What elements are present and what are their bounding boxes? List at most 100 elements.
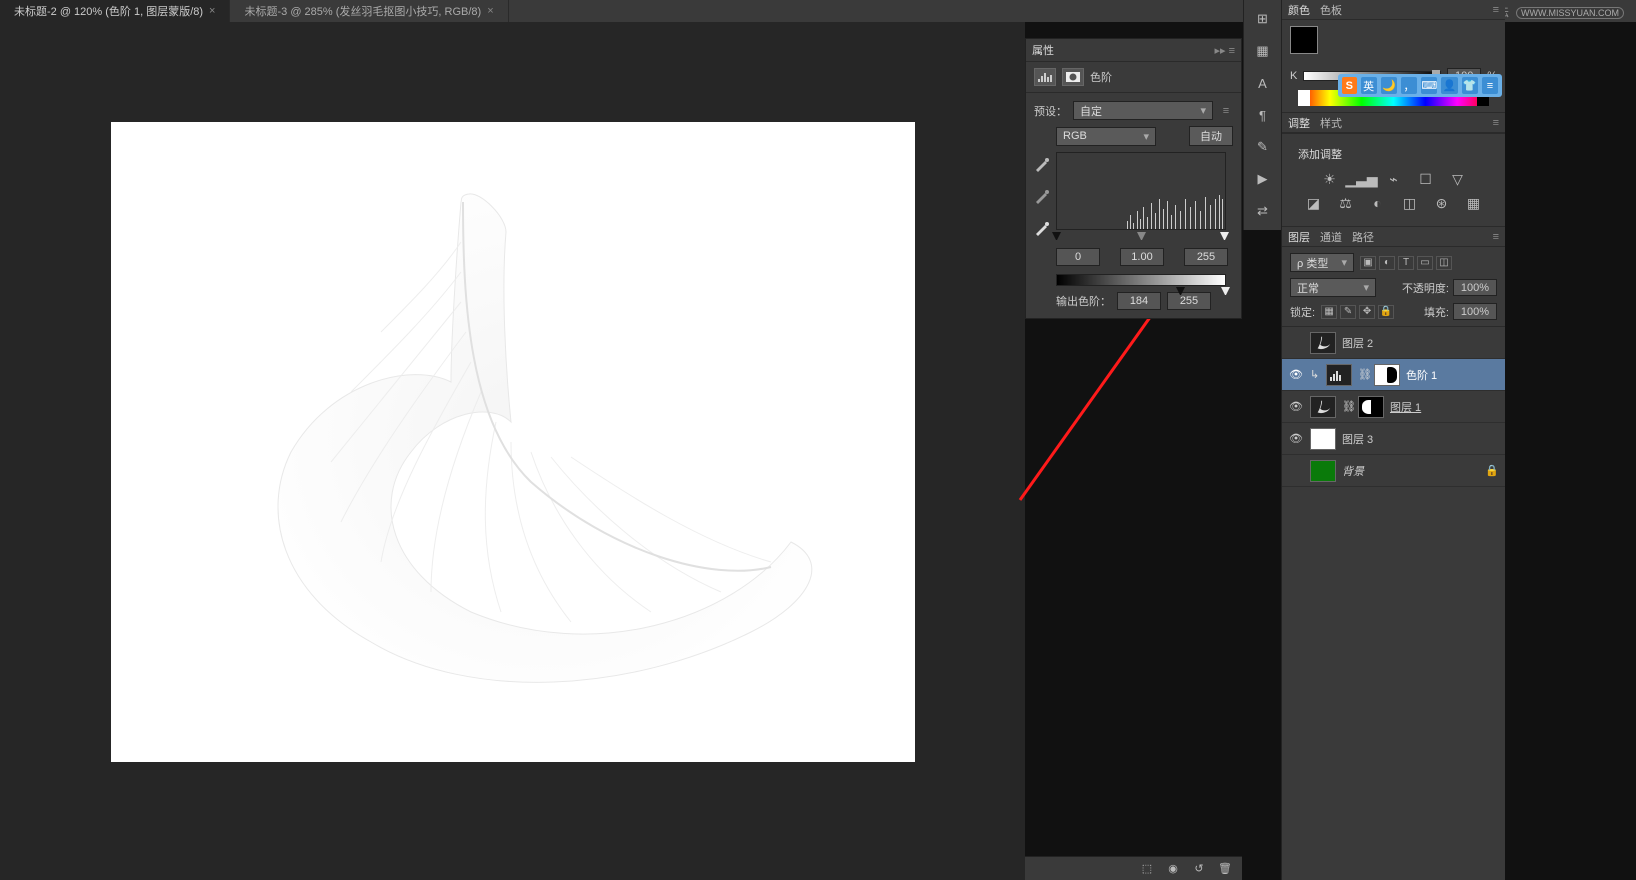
invert-icon[interactable]: ▦ (1463, 194, 1485, 212)
type-icon[interactable]: A (1252, 72, 1274, 94)
fill-value[interactable]: 100% (1453, 303, 1497, 320)
properties-tab[interactable]: 属性 (1032, 42, 1054, 58)
panel-menu-icon[interactable]: ≡ (1493, 117, 1499, 129)
tab-doc-2[interactable]: 未标题-3 @ 285% (发丝羽毛抠图小技巧, RGB/8) × (230, 0, 508, 22)
tab-styles[interactable]: 样式 (1320, 115, 1342, 131)
eyedropper-gray-icon[interactable] (1033, 187, 1051, 205)
ime-toolbar[interactable]: S 英 🌙 ， ⌨ 👤 👕 ≡ (1338, 74, 1502, 97)
link-icon[interactable]: ⛓ (1342, 400, 1352, 413)
preset-select[interactable]: 自定 (1073, 101, 1213, 120)
tab-color[interactable]: 颜色 (1288, 2, 1310, 18)
eyedropper-black-icon[interactable] (1033, 155, 1051, 173)
white-point-handle[interactable] (1220, 232, 1229, 241)
layer-row[interactable]: 👁 图层 3 (1282, 423, 1505, 455)
layer-row[interactable]: 背景 🔒 (1282, 455, 1505, 487)
eye-icon[interactable]: ◉ (1164, 861, 1182, 877)
output-high-handle[interactable] (1221, 287, 1230, 296)
grid-icon[interactable]: ⊞ (1252, 8, 1274, 30)
input-black-value[interactable]: 0 (1056, 248, 1100, 266)
ime-logo[interactable]: S (1342, 77, 1357, 94)
tab-doc-1[interactable]: 未标题-2 @ 120% (色阶 1, 图层蒙版/8) × (0, 0, 230, 22)
panel-menu-icon[interactable]: ≡ (1493, 231, 1499, 243)
image-icon[interactable]: ▣ (1360, 256, 1376, 270)
output-low-handle[interactable] (1176, 287, 1185, 296)
panel-menu-icon[interactable]: ≡ (1219, 105, 1233, 117)
brightness-icon[interactable]: ☀ (1319, 170, 1341, 188)
panel-menu-icon[interactable]: ≡ (1493, 4, 1499, 16)
opacity-value[interactable]: 100% (1453, 279, 1497, 296)
clip-icon[interactable]: ⬚ (1138, 861, 1156, 877)
canvas[interactable] (111, 122, 915, 762)
output-low-value[interactable]: 184 (1117, 292, 1161, 310)
visibility-toggle[interactable]: 👁 (1288, 367, 1304, 383)
output-high-value[interactable]: 255 (1167, 292, 1211, 310)
tab-label: 未标题-2 @ 120% (色阶 1, 图层蒙版/8) (14, 3, 203, 19)
tab-paths[interactable]: 路径 (1352, 229, 1374, 245)
input-white-value[interactable]: 255 (1184, 248, 1228, 266)
menu-icon[interactable]: ≡ (1482, 77, 1498, 94)
mask-thumb[interactable] (1374, 364, 1400, 386)
layer-filter-select[interactable]: ρ 类型 (1290, 253, 1354, 272)
panel-menu-icon[interactable]: ▸▸ ≡ (1214, 44, 1235, 57)
layer-name: 色阶 1 (1406, 367, 1437, 383)
ime-lang-button[interactable]: 英 (1361, 77, 1377, 94)
trash-icon[interactable]: 🗑 (1216, 861, 1234, 877)
preset-label: 预设： (1034, 103, 1067, 119)
lookup-icon[interactable]: ⊛ (1431, 194, 1453, 212)
auto-button[interactable]: 自动 (1189, 126, 1233, 146)
user-icon[interactable]: 👤 (1441, 77, 1457, 94)
eyedropper-white-icon[interactable] (1033, 219, 1051, 237)
foreground-swatch[interactable] (1290, 26, 1318, 54)
input-slider[interactable] (1056, 232, 1226, 242)
tab-channels[interactable]: 通道 (1320, 229, 1342, 245)
channel-select[interactable]: RGB (1056, 127, 1156, 146)
comma-icon[interactable]: ， (1401, 77, 1417, 94)
photo-filter-icon[interactable]: ◪ (1303, 194, 1325, 212)
tab-layers[interactable]: 图层 (1288, 229, 1310, 245)
moon-icon[interactable]: 🌙 (1381, 77, 1397, 94)
mask-thumb[interactable] (1358, 396, 1384, 418)
layer-row[interactable]: 图层 2 (1282, 327, 1505, 359)
smart-icon[interactable]: ◫ (1436, 256, 1452, 270)
feather-image (111, 122, 915, 762)
play-icon[interactable]: ▶ (1252, 168, 1274, 190)
reset-icon[interactable]: ↺ (1190, 861, 1208, 877)
keyboard-icon[interactable]: ⌨ (1421, 77, 1437, 94)
gamma-handle[interactable] (1137, 232, 1146, 241)
shape-icon[interactable]: ▭ (1417, 256, 1433, 270)
close-icon[interactable]: × (209, 5, 215, 17)
channel-mixer-icon[interactable]: ◫ (1399, 194, 1421, 212)
layer-row[interactable]: 👁 ↳ ⛓ 色阶 1 (1282, 359, 1505, 391)
visibility-toggle[interactable] (1288, 335, 1304, 351)
sync-icon[interactable]: ⇄ (1252, 200, 1274, 222)
lock-all-icon[interactable]: 🔒 (1378, 305, 1394, 319)
lock-move-icon[interactable]: ✥ (1359, 305, 1375, 319)
input-gamma-value[interactable]: 1.00 (1120, 248, 1164, 266)
swatches-icon[interactable]: ▦ (1252, 40, 1274, 62)
layer-row[interactable]: 👁 ⛓ 图层 1 (1282, 391, 1505, 423)
black-point-handle[interactable] (1052, 232, 1061, 241)
tab-swatches[interactable]: 色板 (1320, 2, 1342, 18)
balance-icon[interactable]: ⚖ (1335, 194, 1357, 212)
visibility-toggle[interactable]: 👁 (1288, 399, 1304, 415)
adjust-icon[interactable]: ◐ (1379, 256, 1395, 270)
vibrance-icon[interactable]: ▽ (1447, 170, 1469, 188)
canvas-area[interactable] (0, 22, 1025, 880)
exposure-icon[interactable]: ☐ (1415, 170, 1437, 188)
type-icon[interactable]: T (1398, 256, 1414, 270)
bw-icon[interactable]: ◐ (1367, 194, 1389, 212)
blend-mode-select[interactable]: 正常 (1290, 278, 1376, 297)
curves-icon[interactable]: ⌁ (1383, 170, 1405, 188)
visibility-toggle[interactable] (1288, 463, 1304, 479)
close-icon[interactable]: × (487, 5, 493, 17)
link-icon[interactable]: ⛓ (1358, 368, 1368, 381)
brush-icon[interactable]: ✎ (1252, 136, 1274, 158)
lock-pixels-icon[interactable]: ▦ (1321, 305, 1337, 319)
output-gradient[interactable] (1056, 274, 1226, 286)
visibility-toggle[interactable]: 👁 (1288, 431, 1304, 447)
paragraph-icon[interactable]: ¶ (1252, 104, 1274, 126)
levels-icon[interactable]: ▁▃▅ (1351, 170, 1373, 188)
tab-adjust[interactable]: 调整 (1288, 115, 1310, 131)
shirt-icon[interactable]: 👕 (1462, 77, 1478, 94)
lock-paint-icon[interactable]: ✎ (1340, 305, 1356, 319)
